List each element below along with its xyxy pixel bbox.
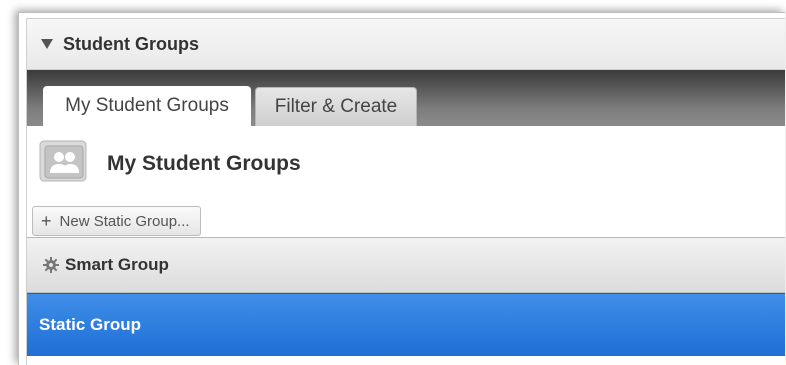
collapse-triangle-icon[interactable] [41, 39, 53, 49]
panel-header[interactable]: Student Groups [27, 19, 785, 70]
window-frame: Student Groups My Student Groups Filter … [18, 12, 785, 365]
tab-strip: My Student Groups Filter & Create [27, 70, 785, 126]
group-row-label: Smart Group [65, 255, 169, 274]
tab-filter-create[interactable]: Filter & Create [255, 87, 417, 126]
panel-title: Student Groups [63, 33, 199, 54]
group-row-smart[interactable]: Smart Group [27, 238, 785, 293]
group-row-static[interactable]: Static Group [27, 293, 785, 356]
content-title: My Student Groups [107, 152, 301, 175]
tab-my-student-groups[interactable]: My Student Groups [43, 86, 251, 126]
gear-icon [43, 257, 59, 273]
plus-icon: + [41, 210, 52, 231]
tab-content: My Student Groups + New Static Group... [27, 126, 785, 238]
new-static-group-button[interactable]: + New Static Group... [32, 206, 201, 236]
new-static-group-label: New Static Group... [59, 212, 190, 230]
student-groups-panel: Student Groups My Student Groups Filter … [26, 18, 785, 365]
user-group-icon [39, 140, 87, 182]
group-row-label: Static Group [39, 315, 142, 334]
